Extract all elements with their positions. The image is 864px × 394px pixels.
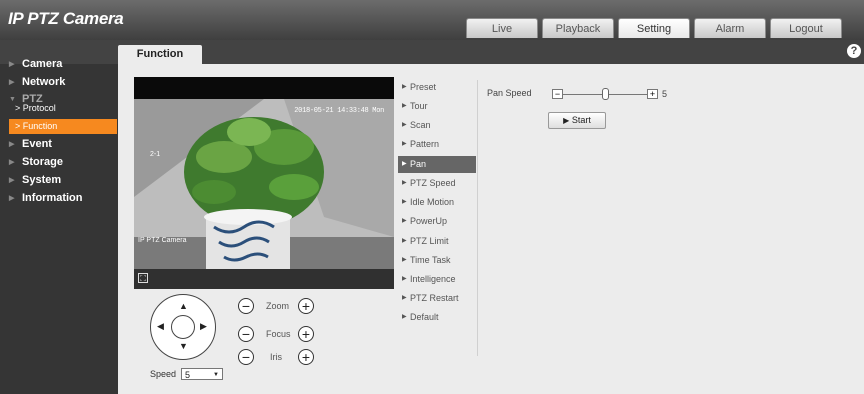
sidebar-item-event[interactable]: ▶ Event xyxy=(0,136,118,153)
video-channel: 2-1 xyxy=(150,151,161,158)
focus-out-button[interactable]: − xyxy=(238,326,254,342)
chevron-right-icon: ▶ xyxy=(402,141,407,147)
iris-close-button[interactable]: − xyxy=(238,349,254,365)
arrow-left-icon[interactable]: ◀ xyxy=(157,321,164,332)
top-bar: IP PTZ Camera Live Playback Setting Alar… xyxy=(0,0,864,40)
zoom-out-button[interactable]: − xyxy=(238,298,254,314)
chevron-right-icon: ▶ xyxy=(402,276,407,282)
pan-speed-decrease-button[interactable]: − xyxy=(552,89,563,99)
chevron-right-icon: ▶ xyxy=(402,199,407,205)
chevron-down-icon: ▼ xyxy=(213,372,219,378)
chevron-right-icon: ▶ xyxy=(402,122,407,128)
menu-item-intelligence[interactable]: ▶ Intelligence xyxy=(398,271,476,288)
zoom-label: Zoom xyxy=(266,301,290,311)
menu-divider xyxy=(477,80,478,356)
iris-label: Iris xyxy=(270,352,282,362)
chevron-right-icon: ▶ xyxy=(9,141,15,148)
arrow-down-icon[interactable]: ▼ xyxy=(179,341,188,351)
tab-playback[interactable]: Playback xyxy=(542,18,614,38)
page-tab-function[interactable]: Function xyxy=(118,45,202,64)
tab-logout[interactable]: Logout xyxy=(770,18,842,38)
tab-setting[interactable]: Setting xyxy=(618,18,690,38)
sidebar-item-storage[interactable]: ▶ Storage xyxy=(0,154,118,171)
tab-live[interactable]: Live xyxy=(466,18,538,38)
menu-item-pan[interactable]: ▶ Pan xyxy=(398,156,476,173)
chevron-right-icon: ▶ xyxy=(402,257,407,263)
menu-item-ptz-limit[interactable]: ▶ PTZ Limit xyxy=(398,233,476,250)
app-title: IP PTZ Camera xyxy=(8,9,124,28)
video-timestamp: 2018-05-21 14:33:48 Mon xyxy=(294,107,384,115)
menu-item-time-task[interactable]: ▶ Time Task xyxy=(398,252,476,269)
menu-item-preset[interactable]: ▶ Preset xyxy=(398,79,476,96)
sidebar-item-network[interactable]: ▶ Network xyxy=(0,74,118,91)
pan-speed-label: Pan Speed xyxy=(487,88,532,98)
menu-item-tour[interactable]: ▶ Tour xyxy=(398,98,476,115)
zoom-in-button[interactable]: + xyxy=(298,298,314,314)
menu-item-idle-motion[interactable]: ▶ Idle Motion xyxy=(398,194,476,211)
menu-item-scan[interactable]: ▶ Scan xyxy=(398,117,476,134)
chevron-right-icon: ▶ xyxy=(402,180,407,186)
chevron-right-icon: ▶ xyxy=(9,79,15,86)
pan-speed-increase-button[interactable]: + xyxy=(647,89,658,99)
menu-item-pattern[interactable]: ▶ Pattern xyxy=(398,136,476,153)
chevron-right-icon: ▶ xyxy=(402,161,407,167)
chevron-right-icon: ▶ xyxy=(402,314,407,320)
sidebar-subitem-protocol[interactable]: > Protocol xyxy=(9,101,117,116)
pan-speed-slider-thumb[interactable] xyxy=(601,88,609,100)
ptz-center-button[interactable] xyxy=(171,315,195,339)
chevron-right-icon: ▶ xyxy=(9,195,15,202)
menu-item-default[interactable]: ▶ Default xyxy=(398,309,476,326)
focus-in-button[interactable]: + xyxy=(298,326,314,342)
sidebar-item-system[interactable]: ▶ System xyxy=(0,172,118,189)
ptz-direction-pad: ▲ ▼ ◀ ▶ xyxy=(150,294,216,360)
main-tabs: Live Playback Setting Alarm Logout xyxy=(466,18,842,40)
focus-label: Focus xyxy=(266,329,291,339)
sidebar-item-information[interactable]: ▶ Information xyxy=(0,190,118,207)
chevron-right-icon: ▶ xyxy=(9,61,15,68)
video-toolbar: ⛶ xyxy=(134,269,394,289)
menu-item-ptz-speed[interactable]: ▶ PTZ Speed xyxy=(398,175,476,192)
chevron-right-icon: ▶ xyxy=(402,218,407,224)
fullscreen-icon[interactable]: ⛶ xyxy=(138,273,148,283)
menu-item-ptz-restart[interactable]: ▶ PTZ Restart xyxy=(398,290,476,307)
menu-item-powerup[interactable]: ▶ PowerUp xyxy=(398,213,476,230)
chevron-right-icon: ▶ xyxy=(402,84,407,90)
video-camera-name: IP PTZ Camera xyxy=(138,237,187,244)
arrow-up-icon[interactable]: ▲ xyxy=(179,301,188,311)
video-preview: 2018-05-21 14:33:48 Mon 2-1 IP PTZ Camer… xyxy=(134,77,394,269)
chevron-right-icon: ▶ xyxy=(402,103,407,109)
main-panel: 2018-05-21 14:33:48 Mon 2-1 IP PTZ Camer… xyxy=(118,64,864,394)
chevron-right-icon: ▶ xyxy=(402,238,407,244)
iris-open-button[interactable]: + xyxy=(298,349,314,365)
chevron-right-icon: ▶ xyxy=(402,295,407,301)
arrow-right-icon[interactable]: ▶ xyxy=(200,321,207,332)
start-button[interactable]: ▶ Start xyxy=(548,112,606,129)
speed-label: Speed xyxy=(150,369,177,379)
chevron-right-icon: ▶ xyxy=(9,159,15,166)
help-icon[interactable]: ? xyxy=(847,44,861,58)
pan-speed-value: 5 xyxy=(662,89,668,99)
sidebar-item-camera[interactable]: ▶ Camera xyxy=(0,56,118,73)
play-icon: ▶ xyxy=(563,116,570,125)
sidebar-subitem-function[interactable]: > Function xyxy=(9,119,117,134)
sidebar: ▶ Camera ▶ Network ▼ PTZ > Protocol > Fu… xyxy=(0,58,118,394)
tab-alarm[interactable]: Alarm xyxy=(694,18,766,38)
chevron-right-icon: ▶ xyxy=(9,177,15,184)
speed-select[interactable]: 5 ▼ xyxy=(181,368,223,380)
